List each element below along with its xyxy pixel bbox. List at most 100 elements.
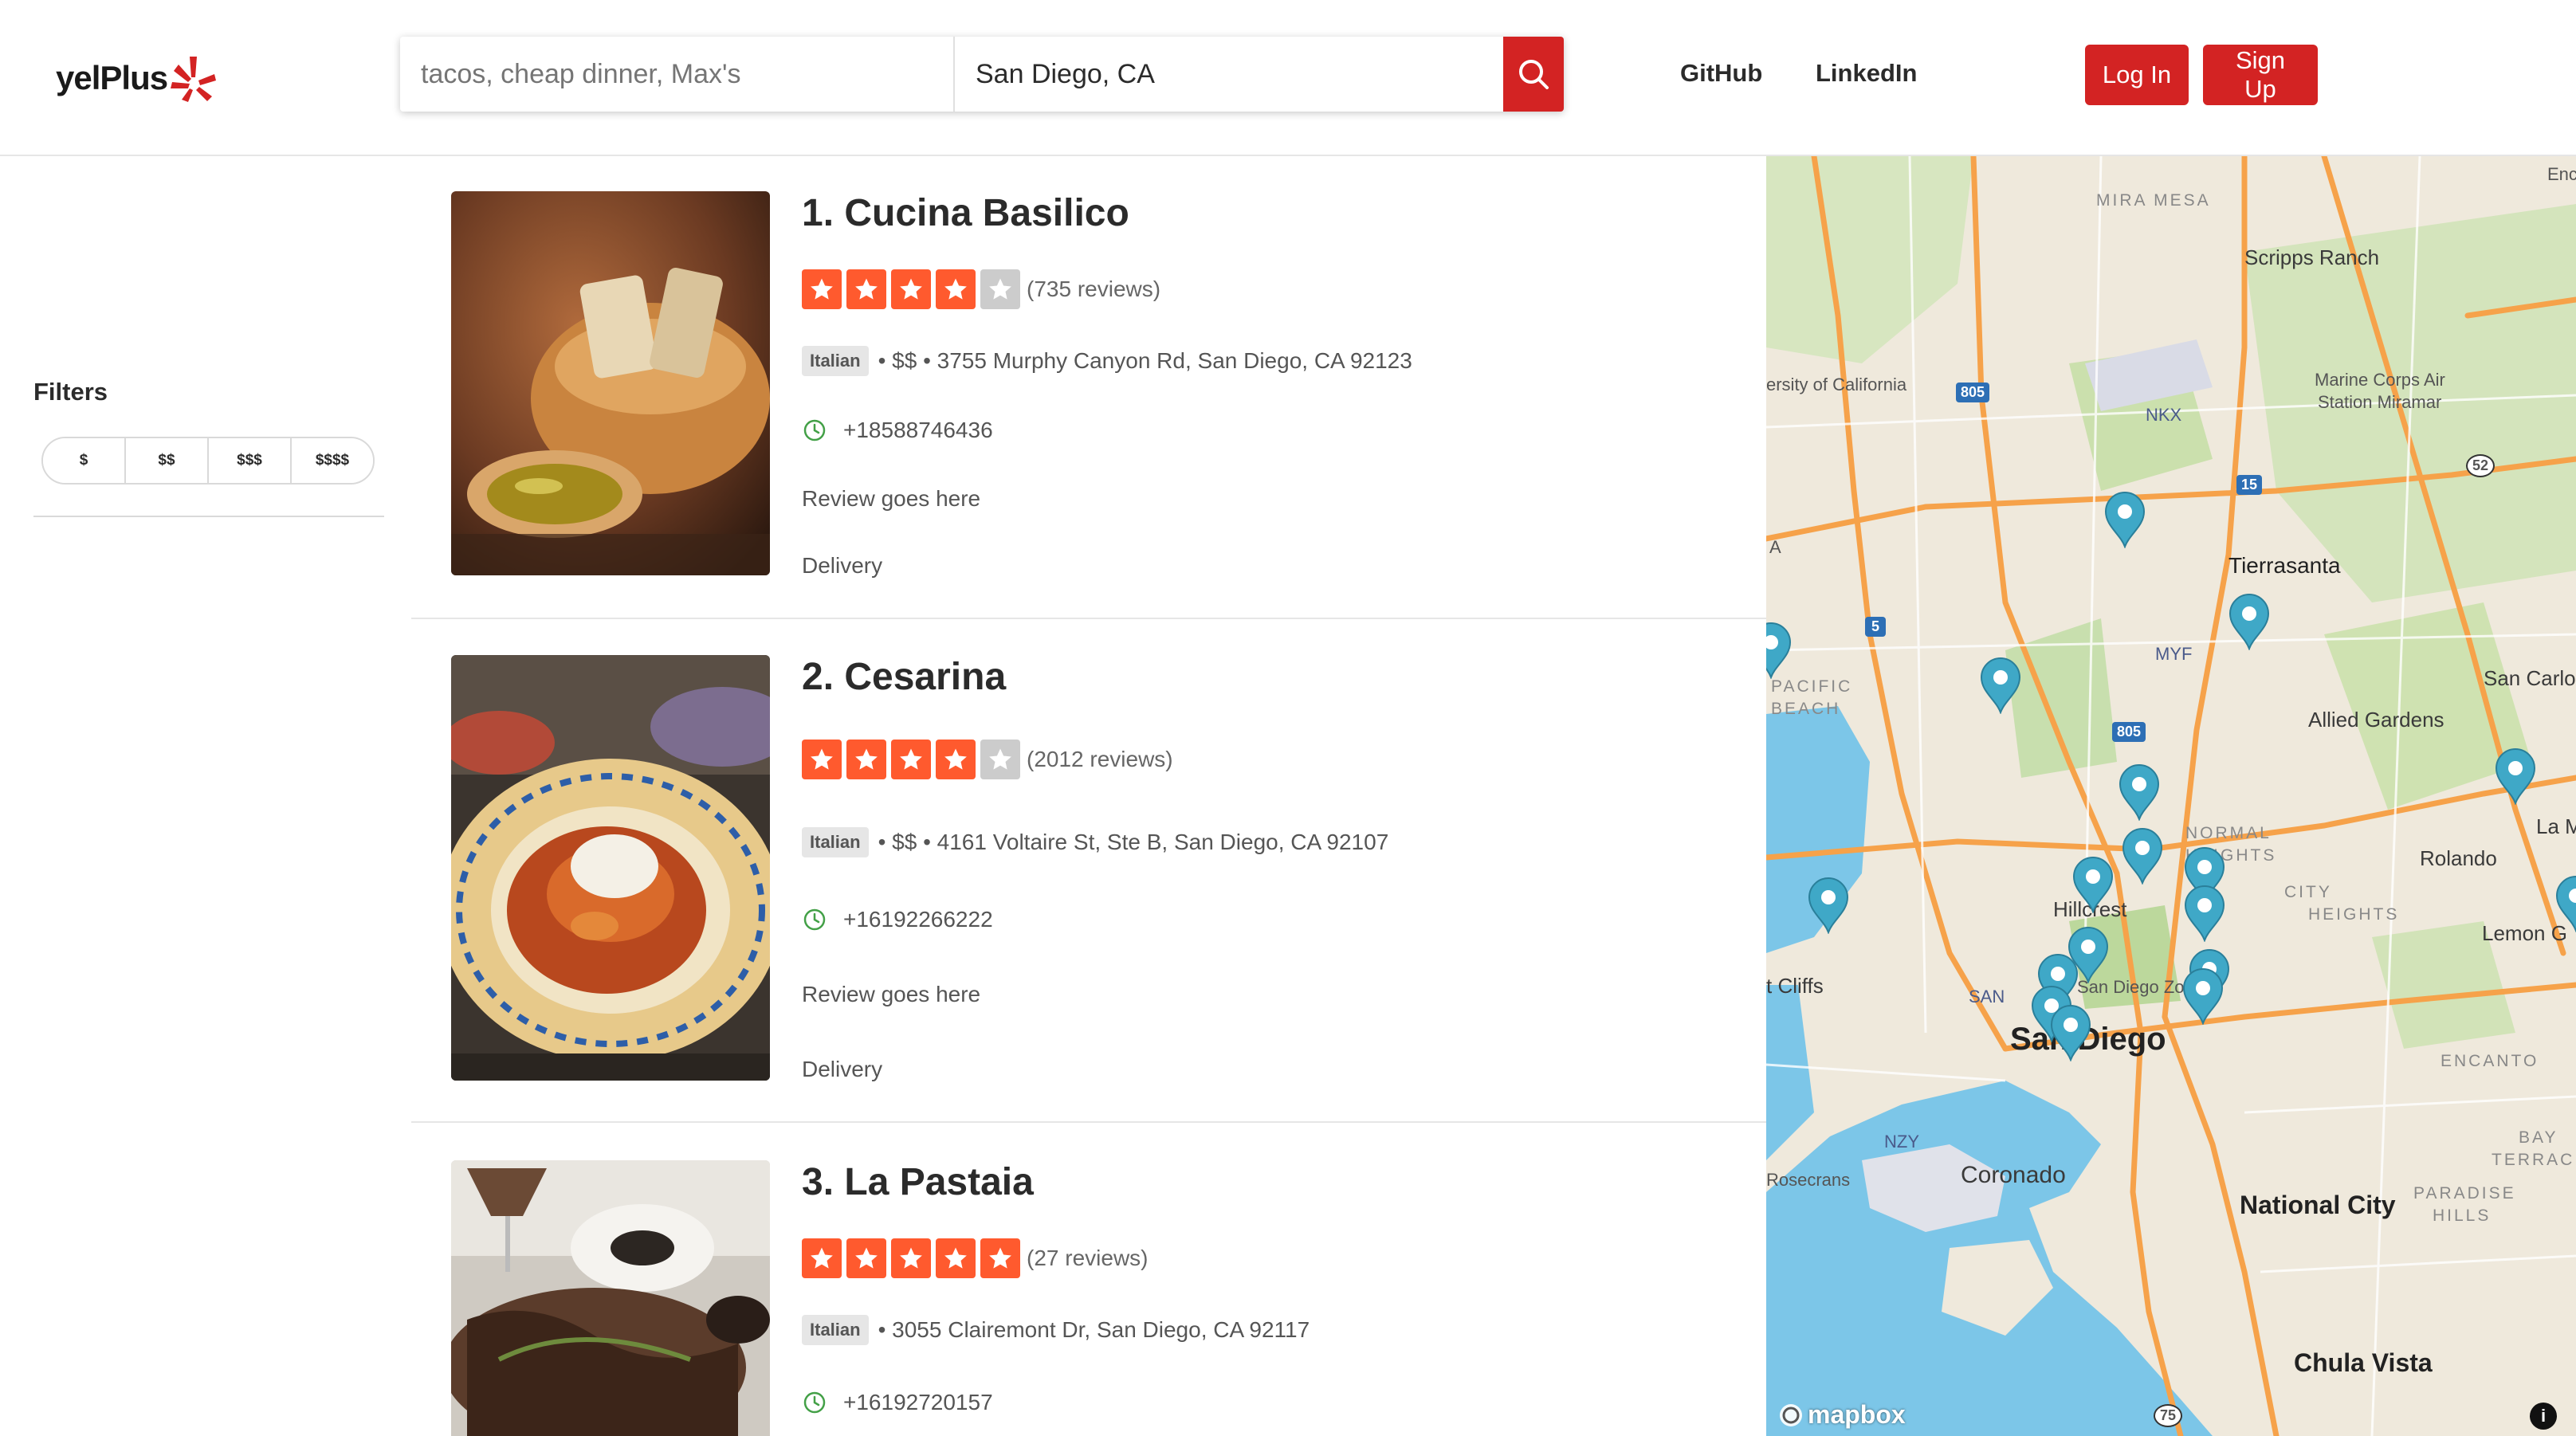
map-pin-icon[interactable] <box>2120 827 2165 885</box>
map-label: La M <box>2536 814 2576 838</box>
phone-number[interactable]: +16192720157 <box>843 1390 993 1415</box>
business-name[interactable]: 1. Cucina Basilico <box>802 191 1129 235</box>
login-button[interactable]: Log In <box>2085 45 2189 105</box>
map-label: A <box>1769 537 1781 557</box>
map-label: ENCANTO <box>2441 1052 2539 1070</box>
business-photo[interactable] <box>451 655 770 1081</box>
price-address: • 3055 Clairemont Dr, San Diego, CA 9211… <box>878 1317 1310 1342</box>
map-label: t Cliffs <box>1766 974 1824 998</box>
category-tag[interactable]: Italian <box>802 346 869 376</box>
map-label: MYF <box>2155 644 2193 664</box>
map-pin-icon[interactable] <box>2103 491 2147 549</box>
category-tag[interactable]: Italian <box>802 827 869 857</box>
mapbox-attribution: mapbox <box>1808 1400 1906 1429</box>
highway-shield: 75 <box>2154 1404 2183 1427</box>
filters-title: Filters <box>33 378 108 406</box>
phone-icon <box>803 908 826 931</box>
filters-divider <box>33 516 384 517</box>
review-count: (735 reviews) <box>1027 277 1161 301</box>
map-label: Rolando <box>2420 846 2497 870</box>
business-meta: Italian • $$ • 4161 Voltaire St, Ste B, … <box>802 827 1388 857</box>
star-icon <box>936 269 976 309</box>
map-label: Scripps Ranch <box>2244 245 2380 269</box>
price-address: • $$ • 3755 Murphy Canyon Rd, San Diego,… <box>878 348 1412 373</box>
business-meta: Italian • $$ • 3755 Murphy Canyon Rd, Sa… <box>802 346 1412 376</box>
info-icon[interactable]: i <box>2530 1403 2557 1430</box>
map-pin-icon[interactable] <box>2493 747 2538 806</box>
signup-button[interactable]: Sign Up <box>2203 45 2318 105</box>
transaction-type: Delivery <box>802 1057 883 1081</box>
phone-number[interactable]: +16192266222 <box>843 907 993 932</box>
map-label: PARADISE <box>2413 1184 2516 1203</box>
map-label: HEIGHTS <box>2308 905 2400 924</box>
map-pin-icon[interactable] <box>2048 1004 2093 1062</box>
highway-shield: 52 <box>2466 454 2496 477</box>
result-card: 1. Cucina Basilico (735 reviews) Italian… <box>411 191 1766 622</box>
linkedin-link[interactable]: LinkedIn <box>1816 59 1917 88</box>
business-photo[interactable] <box>451 191 770 575</box>
map-label: Allied Gardens <box>2308 708 2444 732</box>
map-label: NZY <box>1884 1132 1919 1152</box>
star-icon <box>802 1238 842 1278</box>
star-icon <box>980 1238 1020 1278</box>
phone-number[interactable]: +18588746436 <box>843 418 993 443</box>
result-card: 2. Cesarina (2012 reviews) Italian • $$ … <box>411 655 1766 1125</box>
map-label: NKX <box>2146 405 2182 425</box>
price-filter-2[interactable]: $$ <box>126 438 209 483</box>
category-tag[interactable]: Italian <box>802 1315 869 1345</box>
star-icon <box>936 740 976 779</box>
phone-row: +18588746436 <box>802 418 993 443</box>
search-bar <box>400 37 1564 112</box>
map-pin-icon[interactable] <box>2227 593 2272 651</box>
map-pin-icon[interactable] <box>1978 657 2023 715</box>
map-label: Station Miramar <box>2318 392 2442 412</box>
find-input[interactable] <box>400 37 955 112</box>
github-link[interactable]: GitHub <box>1680 59 1762 88</box>
star-rating: (735 reviews) <box>802 269 1160 309</box>
map-label: Enca <box>2547 164 2576 184</box>
mapbox-logo[interactable]: mapbox <box>1777 1400 1906 1430</box>
business-meta: Italian • 3055 Clairemont Dr, San Diego,… <box>802 1315 1310 1345</box>
map-label: Marine Corps Air <box>2315 370 2445 390</box>
map-label: Rosecrans <box>1766 1170 1851 1190</box>
highway-shield: 15 <box>2236 475 2263 495</box>
map-pin-icon[interactable] <box>2071 856 2115 914</box>
review-snippet: Review goes here <box>802 486 981 511</box>
yelp-burst-icon <box>171 57 217 102</box>
map-pin-icon[interactable] <box>1766 622 1793 680</box>
result-divider <box>411 618 1766 619</box>
map-label: BEACH <box>1771 700 1841 718</box>
map-pin-icon[interactable] <box>2182 885 2227 943</box>
map-pin-icon[interactable] <box>2181 967 2225 1026</box>
map-label: PACIFIC <box>1771 677 1853 696</box>
results-map[interactable]: 805 15 5 805 52 75 MIRA MESA Scripps Ran… <box>1766 156 2576 1436</box>
result-card: 3. La Pastaia (27 reviews) Italian • 305… <box>411 1160 1766 1436</box>
price-filter-3[interactable]: $$$ <box>209 438 292 483</box>
brand-logo[interactable]: yelPlus <box>56 46 217 110</box>
map-pin-icon[interactable] <box>1806 877 1851 935</box>
map-label: ersity of California <box>1766 375 1907 394</box>
phone-row: +16192720157 <box>802 1390 993 1415</box>
map-pin-icon[interactable] <box>2117 763 2162 822</box>
search-button[interactable] <box>1503 37 1564 112</box>
map-label: HILLS <box>2433 1206 2492 1225</box>
map-label: BAY <box>2519 1128 2558 1147</box>
map-pin-icon[interactable] <box>2554 875 2576 933</box>
business-photo[interactable] <box>451 1160 770 1436</box>
map-label: Chula Vista <box>2294 1348 2433 1377</box>
map-label: Coronado <box>1961 1162 2066 1188</box>
business-name[interactable]: 2. Cesarina <box>802 655 1006 699</box>
star-icon <box>891 1238 931 1278</box>
location-input[interactable] <box>955 37 1503 112</box>
highway-shield: 5 <box>1865 617 1887 637</box>
price-filter-1[interactable]: $ <box>43 438 126 483</box>
review-snippet: Review goes here <box>802 982 981 1006</box>
map-label: National City <box>2240 1191 2396 1219</box>
price-filter-4[interactable]: $$$$ <box>292 438 373 483</box>
star-icon <box>802 269 842 309</box>
business-name[interactable]: 3. La Pastaia <box>802 1160 1034 1204</box>
map-label: NORMAL <box>2185 824 2272 842</box>
price-address: • $$ • 4161 Voltaire St, Ste B, San Dieg… <box>878 830 1389 854</box>
map-label: TERRACES <box>2492 1151 2576 1169</box>
transaction-type: Delivery <box>802 553 883 578</box>
